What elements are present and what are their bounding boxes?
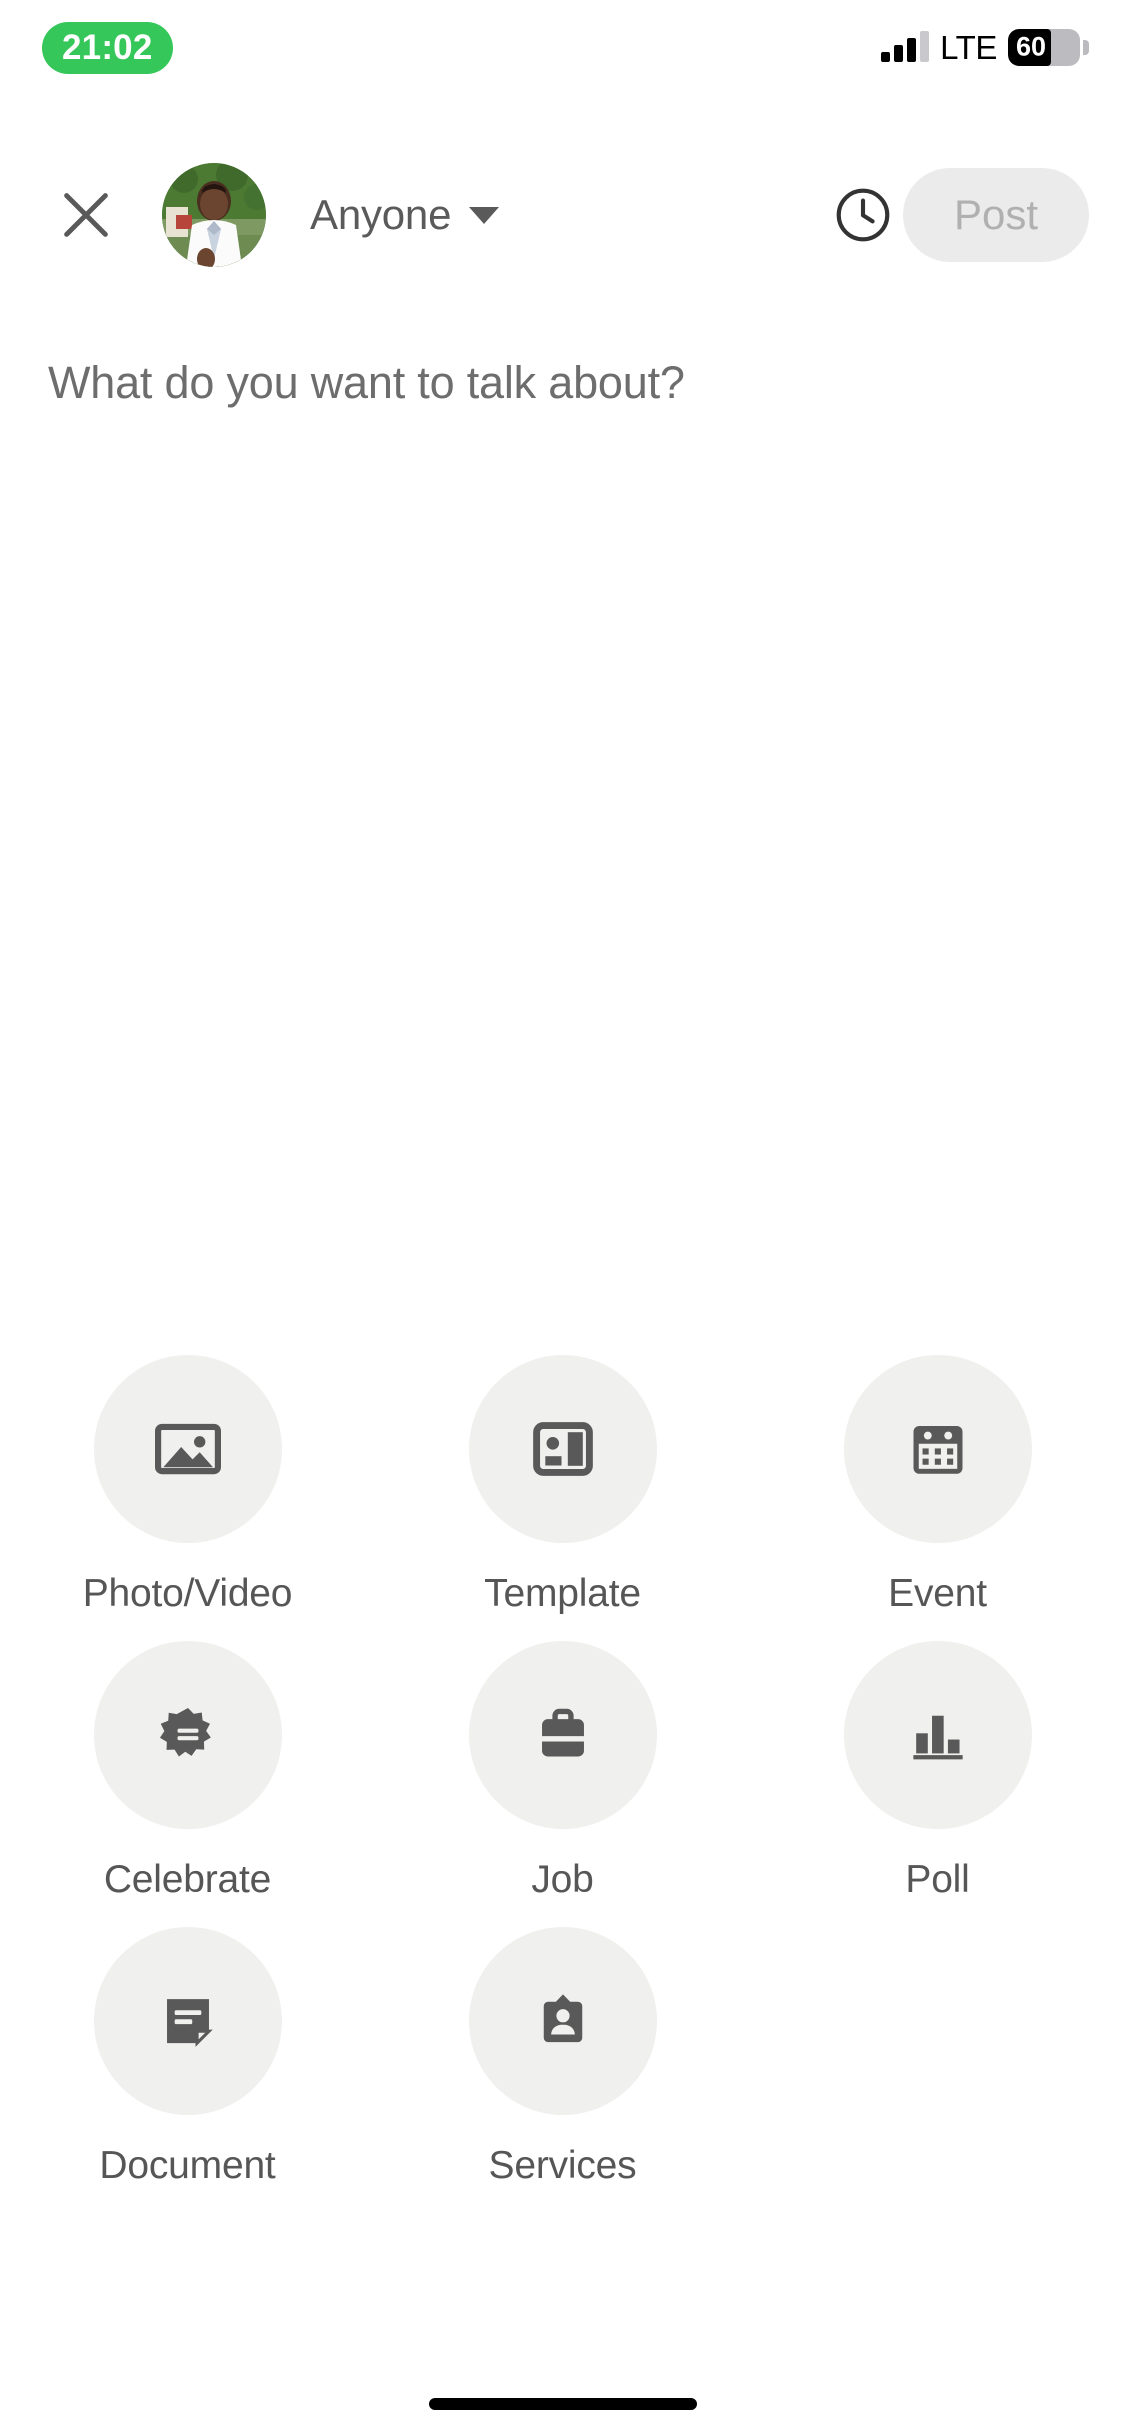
action-item-template[interactable]: Template [375, 1355, 750, 1616]
attachment-action-grid: Photo/Video Template Event Celebrate Job… [0, 1355, 1125, 2213]
battery-icon: 60 [1008, 28, 1089, 66]
action-item-event[interactable]: Event [750, 1355, 1125, 1616]
post-text-area[interactable]: What do you want to talk about? [0, 335, 1125, 905]
signal-bars-icon [881, 31, 930, 62]
template-icon [532, 1422, 593, 1476]
briefcase-icon [541, 1708, 584, 1757]
image-icon [154, 1423, 221, 1475]
close-button[interactable] [55, 184, 117, 246]
post-button[interactable]: Post [903, 168, 1089, 262]
template-button[interactable] [468, 1355, 657, 1543]
network-type-label: LTE [940, 28, 997, 66]
action-item-photo-video[interactable]: Photo/Video [0, 1355, 375, 1616]
photo-video-button[interactable] [93, 1355, 282, 1543]
celebrate-button[interactable] [93, 1641, 282, 1829]
bar-chart-icon [912, 1715, 963, 1760]
status-bar: 21:02 LTE 60 [0, 0, 1125, 100]
home-indicator[interactable] [428, 2398, 697, 2410]
action-label: Template [484, 1572, 641, 1615]
action-label: Services [488, 2144, 637, 2187]
action-label: Poll [905, 1858, 970, 1901]
battery-percent-label: 60 [1016, 31, 1047, 62]
action-item-document[interactable]: Document [0, 1927, 375, 2188]
calendar-icon [913, 1425, 962, 1474]
action-item-poll[interactable]: Poll [750, 1641, 1125, 1902]
action-item-job[interactable]: Job [375, 1641, 750, 1902]
document-icon [166, 1999, 213, 2047]
avatar-image [162, 163, 266, 267]
action-label: Document [99, 2144, 276, 2187]
action-label: Photo/Video [82, 1572, 293, 1615]
chevron-down-icon [469, 206, 500, 224]
document-button[interactable] [93, 1927, 282, 2115]
post-text-placeholder: What do you want to talk about? [48, 357, 685, 408]
action-item-services[interactable]: Services [375, 1927, 750, 2188]
linkedin-post-composer-screen: 21:02 LTE 60 Anyone Post What do you wan… [0, 0, 1125, 2436]
action-label: Job [531, 1858, 594, 1901]
action-row: Celebrate Job Poll [0, 1641, 1125, 1902]
event-button[interactable] [843, 1355, 1032, 1543]
action-row: Photo/Video Template Event [0, 1355, 1125, 1616]
action-item-celebrate[interactable]: Celebrate [0, 1641, 375, 1902]
poll-button[interactable] [843, 1641, 1032, 1829]
action-row: Document Services [0, 1927, 1125, 2188]
status-time: 21:02 [62, 28, 153, 67]
audience-selector[interactable]: Anyone [310, 191, 500, 239]
action-label: Event [888, 1572, 987, 1615]
job-button[interactable] [468, 1641, 657, 1829]
status-bar-right: LTE 60 [881, 26, 1089, 68]
services-button[interactable] [468, 1927, 657, 2115]
avatar[interactable] [162, 163, 266, 267]
status-time-pill: 21:02 [42, 22, 173, 74]
close-icon [64, 193, 108, 237]
services-badge-icon [543, 1994, 582, 2043]
audience-label: Anyone [310, 191, 452, 238]
clock-icon [836, 188, 890, 242]
nav-bar: Anyone Post [0, 155, 1125, 275]
celebrate-badge-icon [159, 1708, 211, 1757]
schedule-post-button[interactable] [831, 183, 895, 247]
post-button-label: Post [953, 191, 1039, 238]
action-label: Celebrate [103, 1858, 272, 1901]
